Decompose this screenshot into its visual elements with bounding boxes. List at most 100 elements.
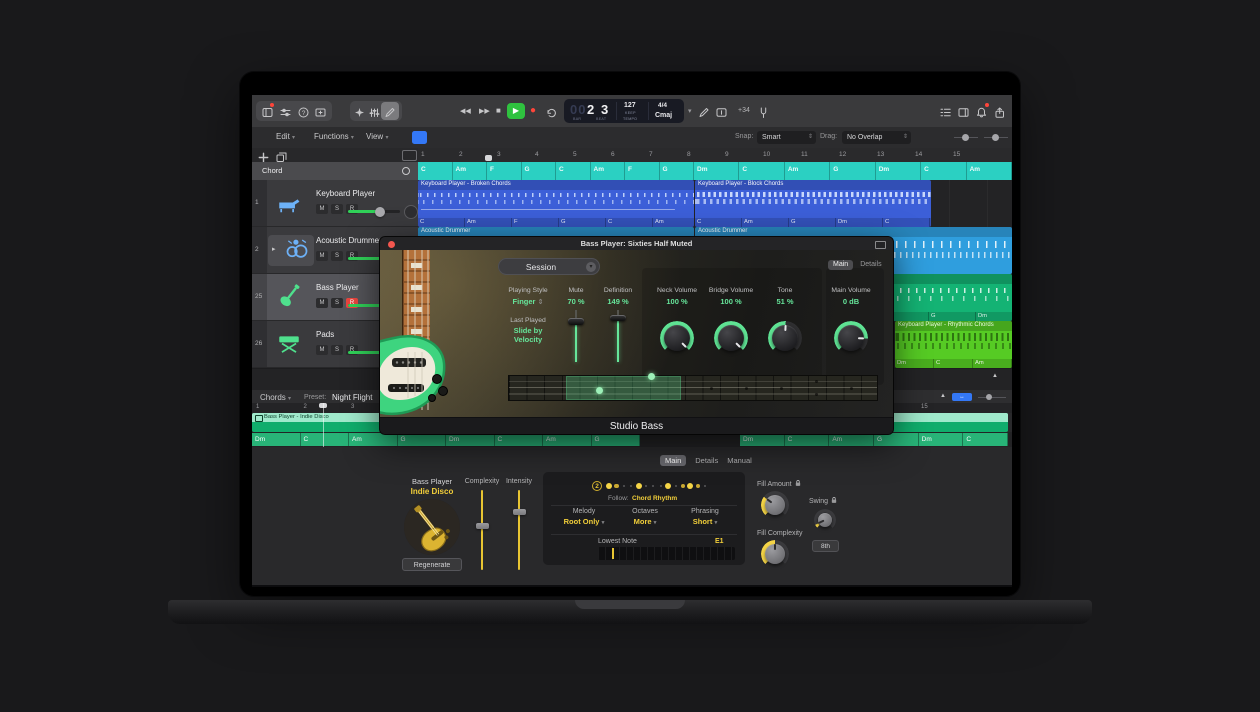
editor-zoom-slider[interactable]	[978, 397, 1006, 398]
editor-chord-cell[interactable]: G	[592, 433, 641, 446]
slider-thumb[interactable]	[610, 315, 626, 322]
pencil-icon[interactable]	[698, 105, 710, 117]
chord-track-region[interactable]: CAmFGCAmFG	[418, 162, 694, 180]
mute-button[interactable]: M	[316, 298, 328, 308]
mute-slider[interactable]	[575, 310, 577, 362]
editor-chord-cell[interactable]: Am	[543, 433, 592, 446]
track-header-keyboard-player[interactable]: 1Keyboard PlayerMSR	[252, 180, 418, 227]
swing-rate-button[interactable]: 8th	[812, 540, 839, 552]
editor-chord-cell[interactable]: Dm	[919, 433, 964, 446]
editor-tab-manual[interactable]: Manual	[727, 456, 752, 465]
definition-slider[interactable]	[617, 310, 619, 362]
fork-icon[interactable]	[758, 105, 770, 117]
solo-button[interactable]: S	[331, 251, 343, 261]
editor-chord-cell[interactable]: Dm	[252, 433, 301, 446]
pencil-icon[interactable]	[384, 105, 396, 117]
editor-tab-details[interactable]: Details	[695, 456, 718, 465]
track-pan-knob[interactable]	[404, 205, 418, 219]
mute-button[interactable]: M	[316, 251, 328, 261]
main-volume-knob[interactable]	[834, 321, 868, 355]
chevron-up-icon[interactable]: ▲	[940, 393, 946, 399]
editor-chord-cell[interactable]: C	[301, 433, 350, 446]
editor-chord-cell[interactable]: C	[963, 433, 1008, 446]
bridge-volume-knob[interactable]	[714, 321, 748, 355]
rewind-button[interactable]: ◀◀	[460, 107, 471, 115]
mute-button[interactable]: M	[316, 204, 328, 214]
chord-track-target-icon[interactable]	[402, 167, 410, 175]
bass-player-plugin-window[interactable]: Bass Player: Sixties Half Muted	[380, 237, 893, 434]
snap-select[interactable]: Smart⇕	[757, 131, 816, 144]
editor-chord-cell[interactable]: Am	[829, 433, 874, 446]
chord-cell[interactable]: F	[487, 162, 522, 180]
meters-icon[interactable]	[369, 105, 381, 117]
chord-cell[interactable]: Am	[967, 162, 1012, 180]
forward-button[interactable]: ▶▶	[479, 107, 490, 115]
stop-button[interactable]: ■	[496, 106, 501, 115]
menu-functions[interactable]: Functions ▾	[314, 132, 354, 141]
lcd-display[interactable]: 00 2 3 BAR BEAT 127 KEEP TEMPO 4/4 Cmaj	[564, 99, 684, 123]
menu-view[interactable]: View ▾	[366, 132, 388, 141]
editor-chord-cell[interactable]: Am	[349, 433, 398, 446]
chevron-down-icon[interactable]: ▾	[586, 262, 596, 272]
chord-cell[interactable]: C	[556, 162, 591, 180]
chord-cell[interactable]: C	[921, 162, 966, 180]
inspector-icon[interactable]	[280, 105, 292, 117]
window-icon[interactable]	[958, 105, 970, 117]
slider-thumb[interactable]	[476, 523, 489, 529]
list-icon[interactable]	[940, 105, 952, 117]
chord-cell[interactable]: Dm	[694, 162, 739, 180]
mute-button[interactable]: M	[316, 345, 328, 355]
solo-button[interactable]: S	[331, 204, 343, 214]
follow-value[interactable]: Chord Rhythm	[632, 495, 677, 502]
chord-cell[interactable]: F	[625, 162, 660, 180]
chord-cell[interactable]: Am	[785, 162, 830, 180]
play-button[interactable]: ▶	[507, 103, 525, 119]
chord-cell[interactable]: Am	[591, 162, 626, 180]
plugin-title-bar[interactable]: Bass Player: Sixties Half Muted	[380, 237, 893, 251]
complexity-slider[interactable]	[481, 490, 483, 570]
slider-thumb[interactable]	[513, 509, 526, 515]
lcd-chevron-down-icon[interactable]: ▾	[688, 107, 692, 115]
solo-button[interactable]: S	[331, 298, 343, 308]
chord-cell[interactable]: C	[418, 162, 453, 180]
track-header-options-button[interactable]	[402, 150, 417, 161]
chord-cell[interactable]: G	[660, 162, 695, 180]
chord-cell[interactable]: Dm	[876, 162, 921, 180]
fill-amount-knob[interactable]	[761, 491, 789, 519]
vertical-zoom-slider[interactable]	[954, 137, 978, 138]
editor-chord-cell[interactable]: C	[785, 433, 830, 446]
volume-knob[interactable]	[375, 207, 385, 217]
chord-cell[interactable]: Am	[453, 162, 488, 180]
editor-chord-cell[interactable]: C	[495, 433, 544, 446]
menu-edit[interactable]: Edit ▾	[276, 132, 295, 141]
solo-button[interactable]: S	[331, 345, 343, 355]
playhead-marker[interactable]	[485, 155, 492, 161]
bass-player-avatar[interactable]	[404, 499, 460, 555]
intensity-slider[interactable]	[518, 490, 520, 570]
plugin-tab-details[interactable]: Details	[860, 261, 881, 268]
chord-track-header[interactable]: Chord	[252, 162, 418, 181]
neck-volume-knob[interactable]	[660, 321, 694, 355]
player-style-value[interactable]: Indie Disco	[392, 487, 472, 496]
toolbox-icon[interactable]	[315, 105, 327, 117]
bar-ruler[interactable]: 123456789101112131415	[418, 148, 1012, 163]
editor-chord-cell[interactable]: G	[398, 433, 447, 446]
piano-roll-view-button[interactable]	[412, 131, 427, 144]
swing-knob[interactable]	[814, 509, 836, 531]
collapse-editor-chevron-icon[interactable]: ▲	[992, 373, 998, 379]
tone-knob[interactable]	[768, 321, 802, 355]
plugin-tab-main[interactable]: Main	[828, 260, 853, 270]
disclosure-chevron-icon[interactable]: ▸	[272, 245, 276, 253]
editor-chord-cell[interactable]: Dm	[446, 433, 495, 446]
record-button[interactable]: ●	[530, 105, 536, 116]
editor-tab-main[interactable]: Main	[660, 455, 686, 466]
chord-track-region[interactable]: DmCAmGDmCAm	[694, 162, 1012, 180]
help-icon[interactable]: ?	[298, 105, 310, 117]
editor-chord-cell[interactable]: Dm	[740, 433, 785, 446]
lowest-note-keyboard[interactable]	[598, 547, 735, 560]
plus-icon[interactable]	[258, 150, 270, 162]
pattern-beat-indicator[interactable]: 2	[592, 481, 602, 491]
chord-cell[interactable]: G	[830, 162, 875, 180]
slider-thumb[interactable]	[568, 318, 584, 325]
share-icon[interactable]	[994, 105, 1006, 117]
